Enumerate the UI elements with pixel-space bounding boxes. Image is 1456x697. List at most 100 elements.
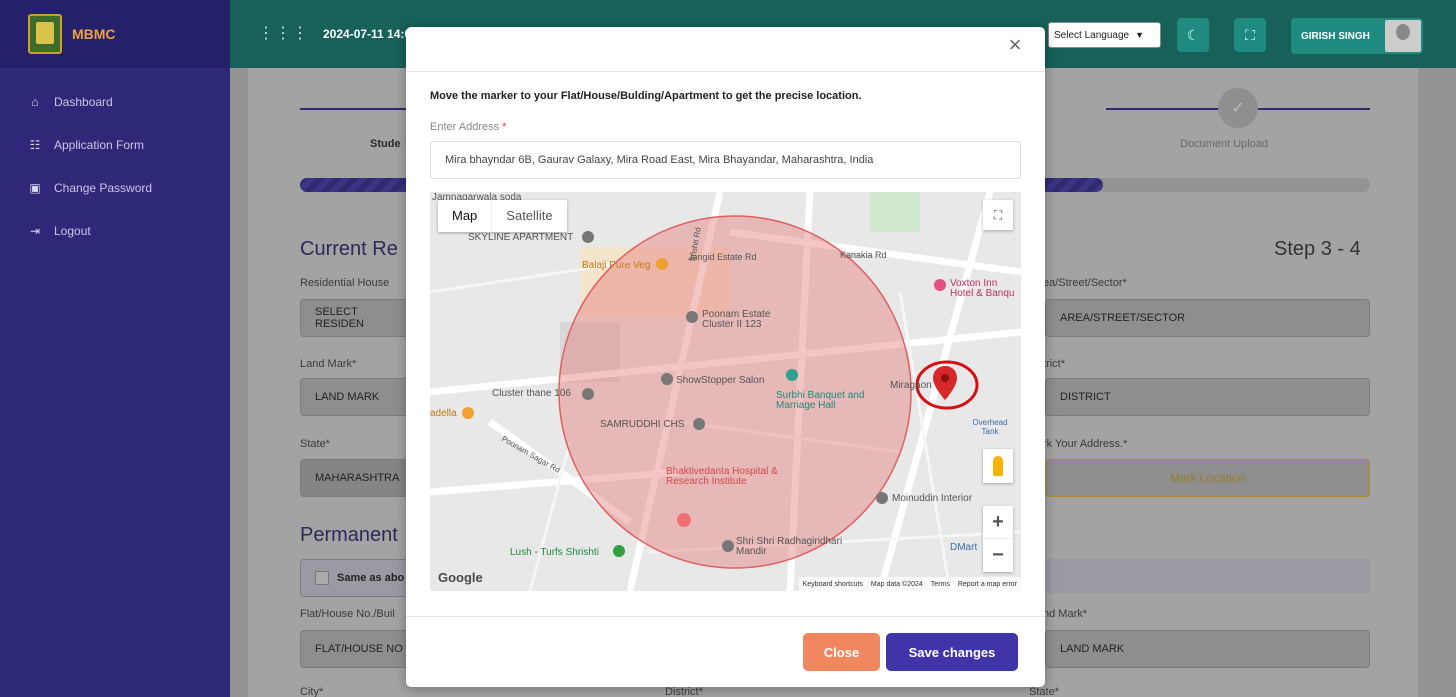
home-icon: ⌂ (31, 94, 39, 109)
area-input[interactable]: AREA/STREET/SECTOR (1045, 299, 1370, 337)
landmark2-input[interactable]: LAND MARK (1045, 630, 1370, 668)
map-place: Kanakia Rd (840, 250, 887, 260)
district-input[interactable]: DISTRICT (1045, 378, 1370, 416)
sidebar-item-label: Application Form (54, 137, 145, 152)
map-place: Poonam Estate Cluster II 123 (702, 309, 771, 330)
apps-grid-icon[interactable]: ⋮⋮⋮ (258, 26, 309, 42)
sidebar: MBMC ⌂ Dashboard ☷ Application Form ▣ Ch… (0, 0, 230, 697)
sidebar-nav: ⌂ Dashboard ☷ Application Form ▣ Change … (0, 68, 230, 252)
map-place: Shri Shri Radhagiridhari Mandir (736, 536, 843, 557)
dark-mode-button[interactable]: ☾ (1177, 18, 1209, 52)
terms-link[interactable]: Terms (931, 581, 950, 588)
map-attribution: Keyboard shortcuts Map data ©2024 Terms … (798, 577, 1021, 591)
same-as-checkbox[interactable] (315, 571, 329, 585)
pegman-icon (993, 456, 1003, 476)
zoom-in-button[interactable]: + (983, 506, 1013, 539)
chevron-down-icon: ▼ (1135, 30, 1144, 40)
state-label: State* (300, 438, 330, 450)
district2-label: District* (665, 686, 703, 697)
modal-divider (406, 71, 1045, 72)
map-type-map-button[interactable]: Map (438, 200, 491, 232)
location-modal: × Move the marker to your Flat/House/Bul… (406, 27, 1045, 687)
area-label: ea/Street/Sector* (1043, 277, 1127, 289)
fullscreen-icon: ⛶ (1245, 26, 1255, 43)
residential-select[interactable]: SELECT RESIDEN (300, 299, 410, 337)
sidebar-item-logout[interactable]: ⇥ Logout (0, 209, 230, 252)
map-place: SAMRUDDHI CHS (600, 419, 685, 430)
section-permanent: Permanent (300, 524, 398, 546)
map-place: Moinuddin Interior (892, 493, 973, 504)
lock-icon: ▣ (29, 180, 41, 195)
language-select-label: Select Language (1054, 29, 1130, 41)
close-icon[interactable]: × (1003, 33, 1027, 57)
fullscreen-button[interactable]: ⛶ (1234, 18, 1266, 52)
state2-label: State* (1029, 686, 1059, 697)
close-button[interactable]: Close (803, 633, 880, 671)
map-place: DMart (950, 542, 978, 553)
address-input[interactable]: Mira bhayndar 6B, Gaurav Galaxy, Mira Ro… (430, 141, 1021, 179)
map-type-control: Map Satellite (438, 200, 567, 232)
sidebar-item-label: Dashboard (54, 94, 113, 109)
report-error-link[interactable]: Report a map error (958, 581, 1017, 588)
language-select[interactable]: Select Language ▼ (1048, 22, 1161, 48)
map-place: SKYLINE APARTMENT (468, 232, 574, 243)
logout-icon: ⇥ (29, 223, 41, 238)
map-place: Voxton Inn Hotel & Banqu (950, 278, 1015, 299)
zoom-out-button[interactable]: − (983, 539, 1013, 572)
datetime: 2024-07-11 14:08 (323, 27, 418, 41)
flat-input[interactable]: FLAT/HOUSE NO (300, 630, 410, 668)
landmark-input[interactable]: LAND MARK (300, 378, 410, 416)
street-view-pegman[interactable] (983, 449, 1013, 483)
address-label-text: Enter Address (430, 121, 500, 133)
modal-divider (406, 616, 1045, 617)
step-line (300, 108, 420, 110)
map-place: Surbhi Banquet and Marriage Hall (776, 390, 865, 411)
sidebar-item-dashboard[interactable]: ⌂ Dashboard (0, 80, 230, 123)
modal-instruction: Move the marker to your Flat/House/Buldi… (430, 90, 862, 102)
step-counter: Step 3 - 4 (1274, 238, 1361, 260)
city-label: City* (300, 686, 324, 697)
flat-label: Flat/House No./Buil (300, 608, 395, 620)
keyboard-shortcuts-link[interactable]: Keyboard shortcuts (803, 581, 863, 588)
step-label-document: Document Upload (1180, 138, 1269, 150)
brand-name: MBMC (72, 26, 116, 42)
sidebar-item-label: Change Password (54, 180, 153, 195)
map-place: Cluster thane 106 (492, 388, 571, 399)
brand[interactable]: MBMC (0, 0, 230, 68)
user-name: GIRISH SINGH (1301, 30, 1370, 42)
map-place: Bhaktivedanta Hospital & Research Instit… (666, 466, 778, 487)
sidebar-item-application-form[interactable]: ☷ Application Form (0, 123, 230, 166)
form-icon: ☷ (29, 137, 41, 152)
fullscreen-icon: ⛶ (993, 207, 1003, 222)
map[interactable]: Jamnagarwala soda SKYLINE APARTMENT Bala… (430, 192, 1021, 591)
map-data-text: Map data ©2024 (870, 580, 923, 588)
address-label: Enter Address * (430, 121, 507, 133)
sidebar-item-change-password[interactable]: ▣ Change Password (0, 166, 230, 209)
section-current: Current Re (300, 238, 398, 260)
google-logo: Google (438, 570, 483, 585)
map-place: Balaji Pure Veg (582, 260, 651, 271)
mark-location-button[interactable]: Mark Location (1045, 459, 1370, 497)
same-as-label: Same as abo (337, 572, 405, 584)
avatar (1385, 20, 1421, 52)
map-place: Overhead Tank (972, 418, 1008, 436)
sidebar-item-label: Logout (54, 223, 91, 238)
same-as-row-right (1045, 559, 1370, 593)
map-place: ShowStopper Salon (676, 375, 765, 386)
landmark2-label: nd Mark* (1043, 608, 1088, 620)
state-input[interactable]: MAHARASHTRA (300, 459, 410, 497)
save-changes-button[interactable]: Save changes (886, 633, 1018, 671)
mark-address-label: rk Your Address.* (1043, 438, 1128, 450)
user-menu[interactable]: GIRISH SINGH (1291, 18, 1423, 54)
moon-icon: ☾ (1186, 26, 1200, 43)
map-type-satellite-button[interactable]: Satellite (491, 200, 566, 232)
step-label-student: Stude (370, 138, 401, 150)
map-place: Lush - Turfs Shrishti (510, 547, 599, 558)
zoom-control: + − (983, 506, 1013, 572)
mbmc-logo (28, 14, 62, 54)
map-fullscreen-button[interactable]: ⛶ (983, 200, 1013, 230)
map-place: adella (430, 408, 457, 419)
landmark-label: Land Mark* (300, 358, 357, 370)
map-place: Miragaon (890, 380, 932, 391)
same-as-row: Same as abo (300, 559, 410, 597)
